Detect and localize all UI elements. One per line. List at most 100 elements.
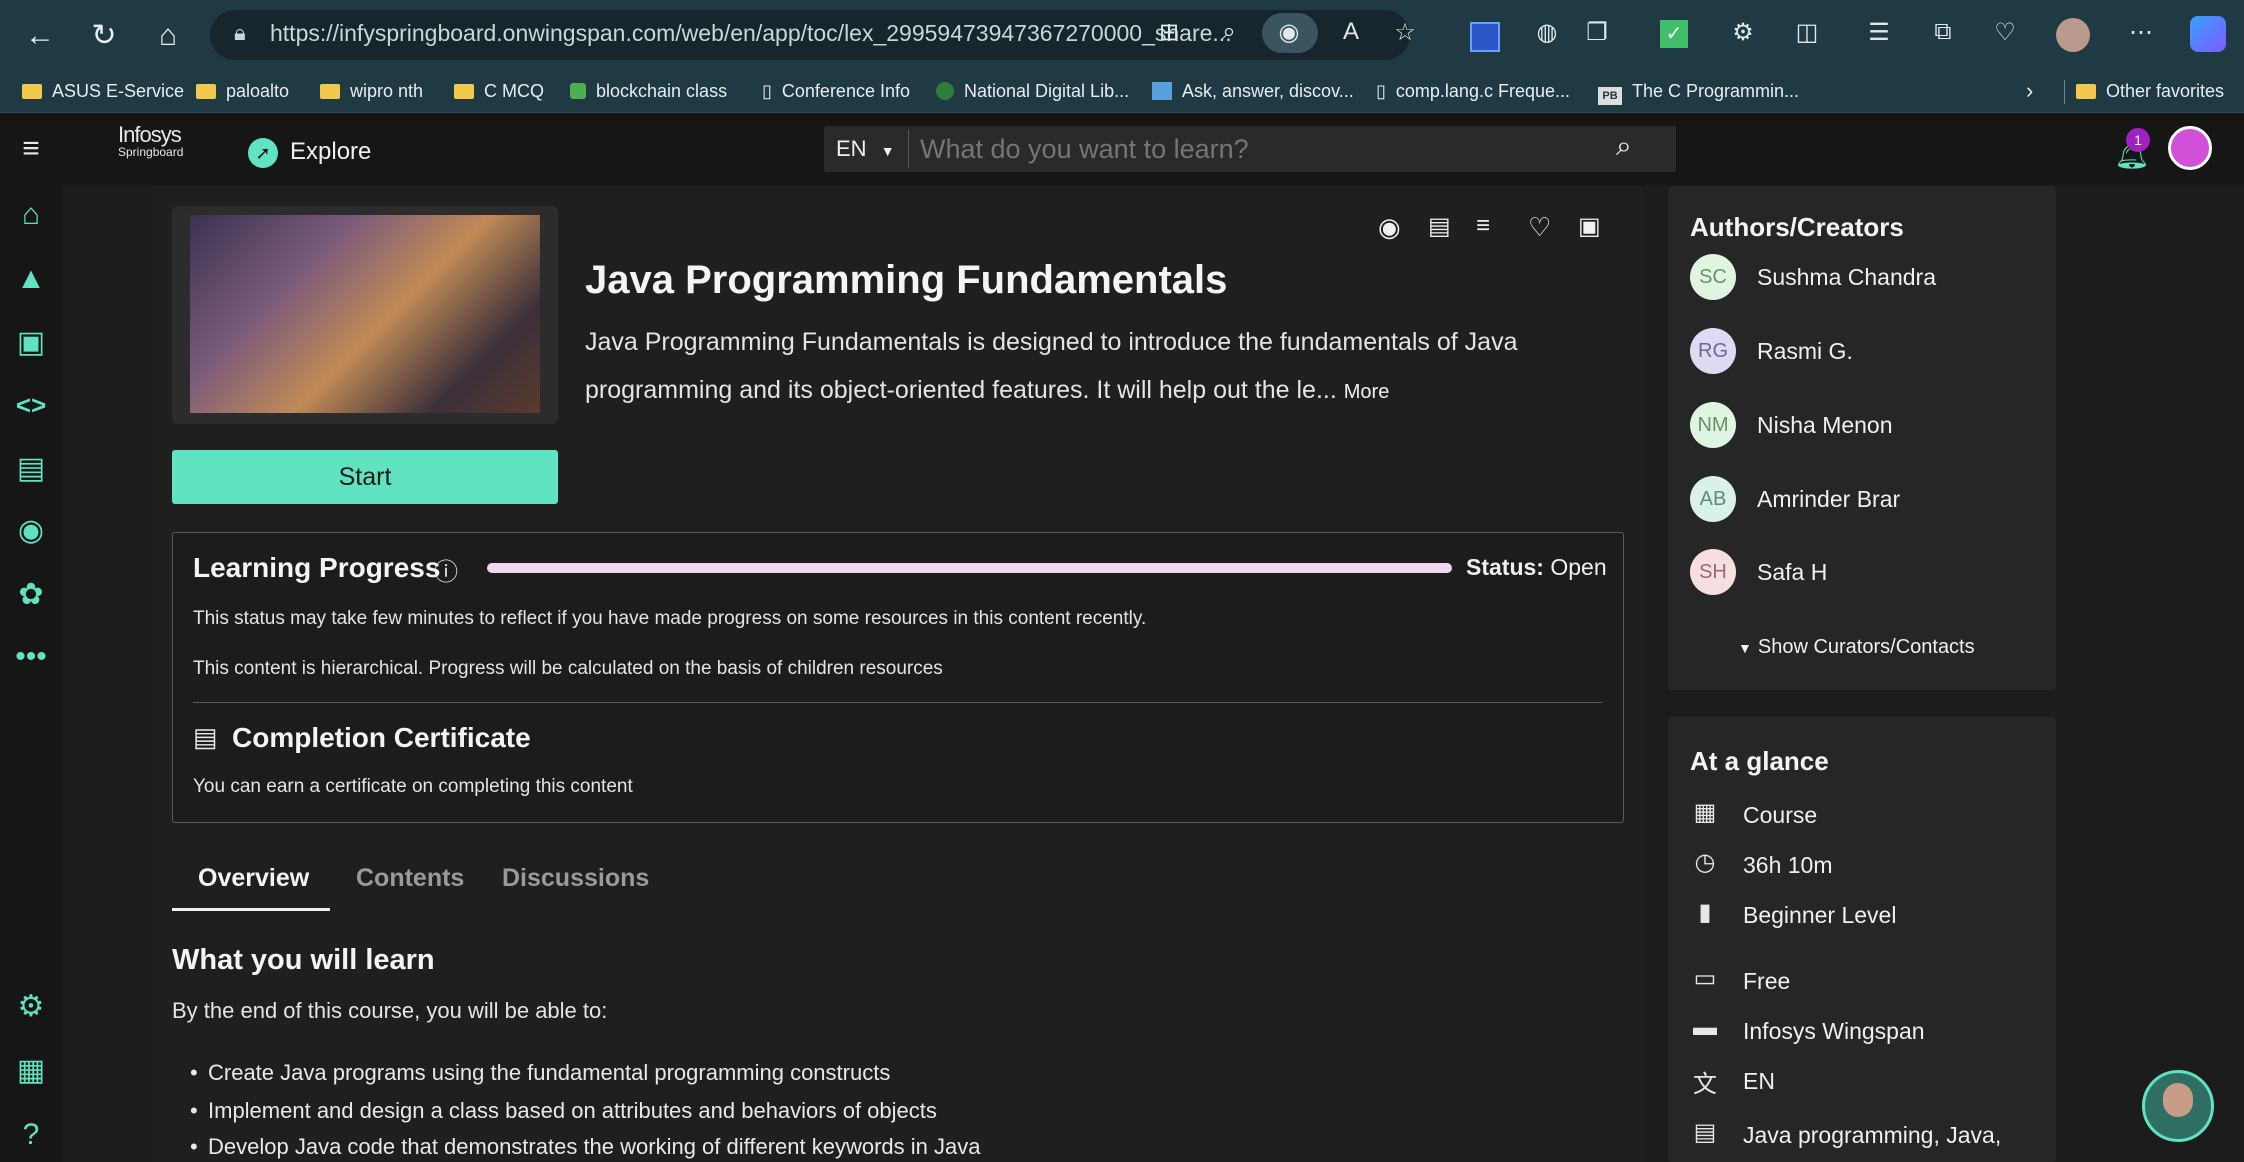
chat-icon[interactable]: ▤ — [10, 448, 52, 490]
bookmark-comp-lang-c[interactable]: ▯ comp.lang.c Freque... — [1376, 74, 1570, 108]
at-a-glance-card — [1668, 717, 2056, 1162]
start-button[interactable]: Start — [172, 450, 558, 504]
language-select[interactable]: EN ▼ — [836, 136, 895, 162]
bookmark-ask[interactable]: Ask, answer, discov... — [1152, 74, 1354, 108]
bookmark-cmcq[interactable]: C MCQ — [454, 74, 544, 108]
tab-discussions[interactable]: Discussions — [502, 864, 649, 893]
author-name[interactable]: Sushma Chandra — [1757, 264, 1936, 291]
bookmark-divider — [2064, 80, 2065, 104]
copilot-icon[interactable] — [2190, 16, 2226, 52]
extensions-puzzle-icon[interactable]: ⚙ — [1726, 18, 1760, 47]
home-icon[interactable]: ⌂ — [10, 194, 52, 236]
bookmark-c-programming[interactable]: PB The C Programmin... — [1598, 74, 1799, 108]
author-name[interactable]: Amrinder Brar — [1757, 486, 1900, 513]
author-name[interactable]: Nisha Menon — [1757, 412, 1893, 439]
zoom-icon[interactable]: ⌕ — [1212, 18, 1246, 46]
bookmark-wipro[interactable]: wipro nth — [320, 74, 423, 108]
course-description-line2: programming and its object-oriented feat… — [585, 376, 1389, 405]
tab-overview[interactable]: Overview — [198, 864, 309, 893]
author-avatar: SH — [1690, 549, 1736, 595]
apps-grid-icon[interactable]: ▦ — [10, 1050, 52, 1092]
chatbot-avatar[interactable] — [2142, 1070, 2214, 1142]
search-divider — [908, 130, 909, 168]
reload-icon[interactable]: ↻ — [82, 14, 126, 58]
glance-item-text: Course — [1743, 802, 1818, 828]
search-input[interactable] — [918, 128, 1602, 170]
notification-count-badge: 1 — [2126, 128, 2150, 152]
target-icon[interactable]: ◉ — [10, 510, 52, 552]
split-screen-icon[interactable]: ◫ — [1790, 18, 1824, 47]
feedback-icon[interactable]: ▣ — [1578, 212, 1601, 241]
extension-1-icon[interactable] — [1470, 22, 1500, 52]
compass-icon[interactable]: ➚ — [248, 138, 278, 168]
bookmark-ndl[interactable]: National Digital Lib... — [936, 74, 1129, 108]
home-icon[interactable]: ⌂ — [146, 14, 190, 58]
bookmark-asus[interactable]: ASUS E-Service — [22, 74, 184, 108]
what-you-will-learn-heading: What you will learn — [172, 944, 435, 976]
community-icon[interactable]: ✿ — [10, 574, 52, 616]
page-icon: ▯ — [762, 81, 772, 101]
overview-intro: By the end of this course, you will be a… — [172, 998, 608, 1023]
settings-gear-icon[interactable]: ⚙ — [10, 986, 52, 1028]
caret-down-icon: ▼ — [1738, 640, 1752, 656]
user-avatar[interactable] — [2168, 126, 2212, 170]
read-aloud-icon[interactable]: A — [1334, 18, 1368, 46]
eye-icon[interactable]: ◉ — [1272, 18, 1306, 47]
collections-icon[interactable]: ⧉ — [1926, 18, 1960, 46]
learning-item: Create Java programs using the fundament… — [190, 1060, 890, 1086]
bookmark-blockchain[interactable]: blockchain class — [570, 74, 727, 108]
folder-icon — [2076, 84, 2096, 99]
code-icon[interactable]: <> — [10, 384, 52, 426]
url-text[interactable]: https://infyspringboard.onwingspan.com/w… — [270, 20, 1232, 47]
course-description-line1: Java Programming Fundamentals is designe… — [585, 328, 1518, 356]
folder-icon: ▬ — [1693, 1014, 1717, 1041]
more-dots-icon[interactable]: ••• — [10, 636, 52, 678]
app-available-icon[interactable]: ⊞ — [1152, 18, 1186, 47]
bookmark-other-favorites[interactable]: Other favorites — [2076, 74, 2224, 108]
checkmark-extension-icon[interactable]: ✓ — [1660, 20, 1688, 48]
tab-contents[interactable]: Contents — [356, 864, 464, 893]
browser-essentials-icon[interactable]: ♡ — [1988, 18, 2022, 47]
widgets-icon: ▦ — [1693, 799, 1717, 826]
goal-target-icon[interactable]: ◉ — [1378, 212, 1401, 243]
bookmarks-overflow-icon[interactable]: › — [2026, 74, 2033, 108]
page-icon: ▯ — [1376, 81, 1386, 101]
lock-icon[interactable]: 🔒︎ — [234, 20, 246, 46]
menu-hamburger-icon[interactable]: ≡ — [10, 128, 52, 170]
extension-3-icon[interactable]: ❐ — [1580, 18, 1614, 47]
badge-icon[interactable]: ▣ — [10, 322, 52, 364]
explore-link[interactable]: Explore — [290, 138, 371, 166]
bookmark-conference[interactable]: ▯ Conference Info — [762, 74, 910, 108]
pb-favicon-icon: PB — [1598, 87, 1622, 105]
navigation-arrow-icon[interactable]: ▲ — [10, 258, 52, 300]
like-heart-icon[interactable]: ♡ — [1528, 212, 1551, 243]
progress-divider — [193, 702, 1602, 703]
glance-item-text: Java programming, Java, — [1743, 1122, 2002, 1148]
favorite-star-icon[interactable]: ☆ — [1388, 18, 1422, 47]
search-icon[interactable]: ⌕ — [1616, 130, 1632, 163]
status-indicator: Status: Open — [1466, 554, 1607, 581]
extension-2-icon[interactable]: ◍ — [1530, 18, 1564, 47]
glance-heading: At a glance — [1690, 746, 1829, 776]
more-dots-icon[interactable]: ⋯ — [2124, 18, 2158, 47]
help-icon[interactable]: ? — [10, 1114, 52, 1156]
author-name[interactable]: Rasmi G. — [1757, 338, 1853, 365]
infosys-springboard-logo[interactable]: Infosys Springboard — [118, 124, 183, 159]
level-bars-icon: ▮ — [1698, 899, 1712, 926]
back-icon[interactable]: ← — [18, 14, 62, 58]
playlist-add-note-icon[interactable]: ▤ — [1428, 212, 1451, 241]
favorites-list-icon[interactable]: ☰ — [1862, 18, 1896, 47]
show-curators-toggle[interactable]: ▼ Show Curators/Contacts — [1738, 636, 1975, 659]
author-name[interactable]: Safa H — [1757, 559, 1827, 586]
bookmark-paloalto[interactable]: paloalto — [196, 74, 289, 108]
folder-icon — [320, 84, 340, 99]
add-to-playlist-icon[interactable]: ≡ — [1476, 212, 1490, 240]
help-circle-icon[interactable]: ⓘ — [434, 552, 458, 587]
status-label: Status: — [1466, 554, 1544, 580]
authors-heading: Authors/Creators — [1690, 212, 1904, 242]
folder-icon — [454, 84, 474, 99]
more-link[interactable]: More — [1344, 381, 1390, 403]
ndl-favicon-icon — [936, 82, 954, 100]
learning-progress-heading: Learning Progress — [193, 552, 441, 583]
profile-avatar-icon[interactable] — [2056, 18, 2090, 52]
